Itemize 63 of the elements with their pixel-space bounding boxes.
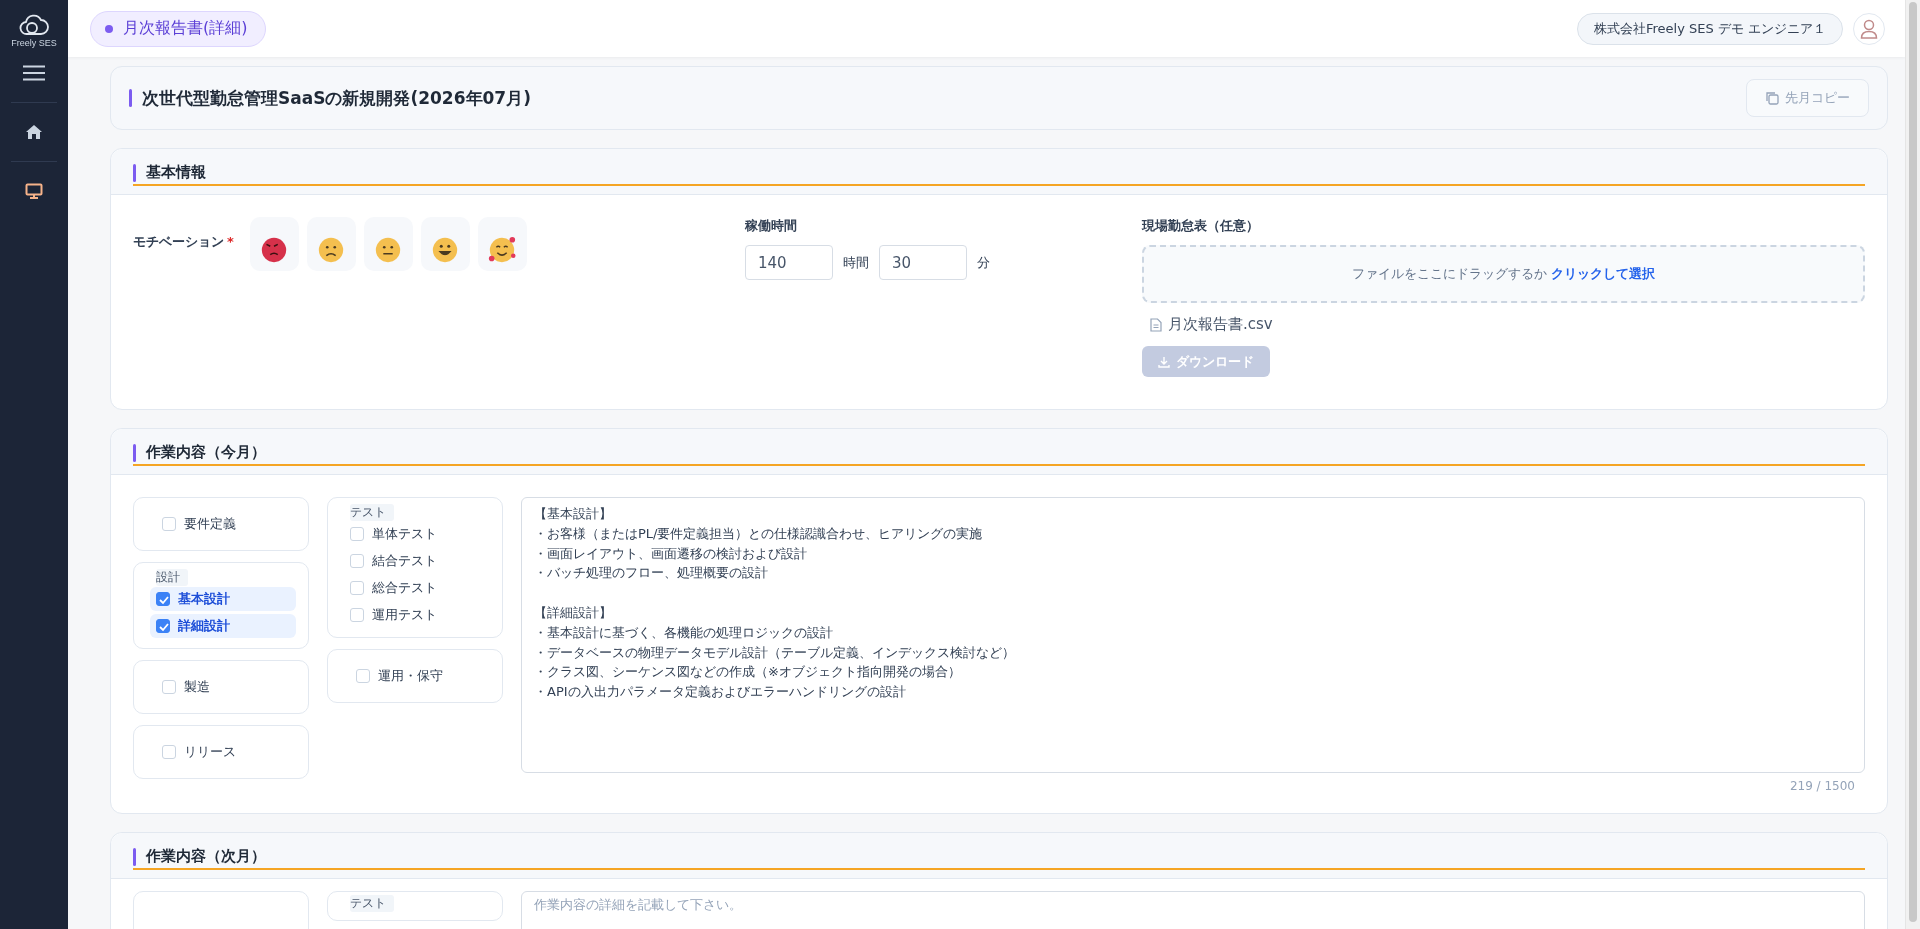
checkbox-option[interactable]: 製造 (156, 675, 292, 699)
file-name: 月次報告書.csv (1168, 315, 1273, 334)
checkbox-option[interactable]: 単体テスト (344, 522, 490, 546)
user-icon (1860, 18, 1878, 39)
accent-bar (133, 163, 136, 182)
text-line: 【基本設計】 (534, 505, 613, 523)
text-line: ・バッチ処理のフロー、処理概要の設計 (534, 564, 769, 583)
field-label: 稼働時間 (745, 217, 798, 235)
document-icon (1150, 317, 1162, 332)
text-line: 【詳細設計】 (534, 604, 613, 622)
character-count: 219 / 1500 (1789, 779, 1855, 793)
checkbox-option[interactable]: 基本設計 (150, 587, 296, 611)
dropzone-text: ファイルをここにドラッグするか (1352, 265, 1547, 283)
checkbox-option[interactable]: 運用・保守 (350, 664, 486, 688)
avatar-button[interactable] (1853, 12, 1885, 45)
section-heading: 作業内容（今月） (146, 443, 266, 462)
love-face-icon (487, 235, 518, 265)
text-line: ・クラス図、シーケンス図などの作成（※オブジェクト指向開発の場合） (534, 663, 962, 682)
checkbox-option[interactable]: 総合テスト (344, 576, 490, 600)
user-name-badge: 株式会社Freely SES デモ エンジニア１ (1577, 12, 1843, 45)
unit-label: 分 (977, 253, 990, 272)
hours-input[interactable]: 140 (745, 245, 833, 280)
cloud-logo-icon (19, 14, 49, 36)
field-label: モチベーション * (133, 233, 234, 251)
download-icon (1158, 355, 1170, 368)
checkbox-option[interactable]: 結合テスト (344, 549, 490, 573)
section-heading: 作業内容（次月） (146, 847, 266, 866)
monitor-icon (25, 183, 43, 199)
menu-icon (23, 65, 45, 81)
group-legend: テスト (350, 895, 394, 912)
scrollbar[interactable] (1905, 0, 1920, 929)
page-tab[interactable]: 月次報告書(詳細) (90, 10, 267, 47)
group-legend: テスト (350, 504, 394, 521)
checkbox-option[interactable]: 要件定義 (156, 512, 292, 536)
text-line: ・APIの入出力パラメータ定義およびエラーハンドリングの設計 (534, 683, 907, 702)
mood-option[interactable] (477, 217, 527, 271)
accent-bar (133, 443, 136, 462)
field-label: 現場勤怠表（任意） (1142, 217, 1260, 235)
mood-option[interactable] (420, 217, 470, 271)
text-line: ・画面レイアウト、画面遷移の検討および設計 (534, 544, 808, 563)
file-dropzone[interactable]: ファイルをここにドラッグするか クリックして選択 (1142, 245, 1865, 303)
text-line: ・データベースの物理データモデル設計（テーブル定義、インデックス検討など） (534, 643, 1016, 662)
checkbox-option[interactable]: リリース (156, 740, 292, 764)
unit-label: 時間 (843, 253, 869, 272)
accent-bar (129, 89, 132, 107)
checkbox-option[interactable]: 運用テスト (344, 603, 490, 627)
select-file-link[interactable]: クリックして選択 (1551, 265, 1655, 283)
logo-text: Freely SES (11, 38, 57, 48)
checkbox-option[interactable]: 詳細設計 (150, 614, 296, 638)
minutes-input[interactable]: 30 (879, 245, 967, 280)
checkbox[interactable] (156, 592, 170, 606)
home-icon (25, 124, 43, 140)
text-line: ・お客様（またはPL/要件定義担当）との仕様認識合わせ、ヒアリングの実施 (534, 524, 984, 543)
group-legend: 設計 (156, 569, 188, 586)
work-details-field[interactable] (521, 497, 1865, 773)
text-line: ・基本設計に基づく、各機能の処理ロジックの設計 (534, 623, 834, 642)
placeholder-text: 作業内容の詳細を記載して下さい。 (534, 897, 742, 912)
mood-option[interactable] (249, 217, 299, 271)
checkbox[interactable] (156, 619, 170, 633)
accent-bar (133, 847, 136, 866)
copy-icon (1765, 91, 1779, 105)
section-heading: 基本情報 (146, 163, 206, 182)
project-title: 次世代型勤怠管理SaaSの新規開発(2026年07月) (142, 86, 531, 110)
